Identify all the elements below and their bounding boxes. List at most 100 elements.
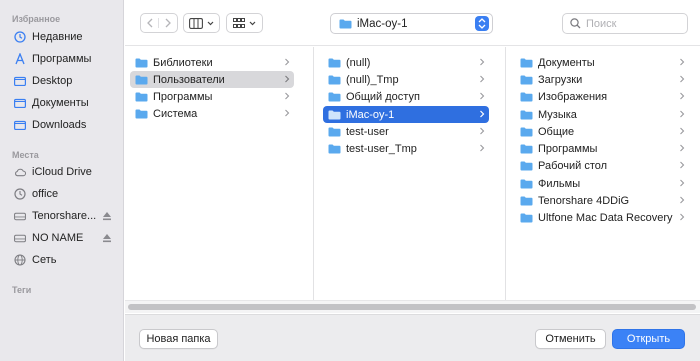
downloads-folder-icon bbox=[14, 119, 26, 131]
sidebar-item-label: Tenorshare... bbox=[32, 210, 97, 222]
column-browser: Библиотеки Пользователи Программы Систем… bbox=[125, 47, 700, 300]
list-item[interactable]: test-user_Tmp bbox=[323, 140, 489, 157]
list-item[interactable]: Библиотеки bbox=[130, 54, 294, 71]
list-item[interactable]: Ultfone Mac Data Recovery bbox=[515, 209, 689, 226]
updown-chevron-icon bbox=[475, 16, 489, 31]
item-label: test-user_Tmp bbox=[346, 142, 417, 155]
sidebar-item-label: iCloud Drive bbox=[32, 166, 92, 178]
list-item[interactable]: Музыка bbox=[515, 106, 689, 123]
list-item[interactable]: Система bbox=[130, 105, 294, 122]
chevron-right-icon bbox=[480, 110, 485, 118]
folder-icon bbox=[520, 196, 533, 205]
list-item[interactable]: Общие bbox=[515, 123, 689, 140]
sidebar-item-no-name[interactable]: NO NAME bbox=[14, 229, 120, 247]
item-label: Рабочий стол bbox=[538, 159, 608, 172]
sidebar-item-desktop[interactable]: Desktop bbox=[14, 72, 120, 90]
list-item[interactable]: Программы bbox=[515, 140, 689, 157]
folder-icon bbox=[328, 75, 341, 84]
list-item[interactable]: Загрузки bbox=[515, 71, 689, 88]
sidebar-item-documents[interactable]: Документы bbox=[14, 94, 120, 112]
list-item[interactable]: Документы bbox=[515, 54, 689, 71]
path-popup[interactable]: iMac-oy-1 bbox=[330, 13, 493, 34]
chevron-right-icon bbox=[480, 144, 485, 152]
clock-icon bbox=[14, 188, 26, 200]
sidebar-item-applications[interactable]: Программы bbox=[14, 50, 120, 68]
open-button[interactable]: Открыть bbox=[612, 329, 685, 349]
sidebar-item-recents[interactable]: Недавние bbox=[14, 28, 120, 46]
folder-icon bbox=[520, 58, 533, 67]
item-label: Фильмы bbox=[538, 177, 581, 190]
chevron-right-icon bbox=[285, 58, 290, 66]
network-icon bbox=[14, 254, 26, 266]
chevron-right-icon bbox=[480, 75, 485, 83]
sidebar-item-tenorshare[interactable]: Tenorshare... bbox=[14, 207, 120, 225]
drive-icon bbox=[14, 210, 26, 222]
sidebar-section-favorites: Избранное bbox=[12, 14, 61, 24]
folder-icon bbox=[520, 144, 533, 153]
list-item[interactable]: iMac-oy-1 bbox=[323, 106, 489, 123]
chevron-right-icon[interactable] bbox=[159, 18, 177, 28]
chevron-right-icon bbox=[680, 127, 685, 135]
list-item[interactable]: Пользователи bbox=[130, 71, 294, 88]
folder-icon bbox=[520, 75, 533, 84]
folder-icon bbox=[520, 92, 533, 101]
item-label: Программы bbox=[538, 142, 598, 155]
eject-icon[interactable] bbox=[102, 232, 112, 244]
sidebar-item-label: Недавние bbox=[32, 31, 83, 43]
group-by-button[interactable] bbox=[226, 13, 263, 33]
new-folder-button[interactable]: Новая папка bbox=[139, 329, 218, 349]
item-label: Библиотеки bbox=[153, 56, 213, 69]
sidebar: Избранное Недавние Программы Desktop Док… bbox=[0, 0, 124, 361]
bottom-bar: Новая папка Отменить Открыть bbox=[125, 314, 700, 361]
list-item[interactable]: Программы bbox=[130, 88, 294, 105]
item-label: Tenorshare 4DDiG bbox=[538, 194, 630, 207]
sidebar-item-label: Программы bbox=[32, 53, 92, 65]
folder-icon bbox=[328, 92, 341, 101]
item-label: Документы bbox=[538, 56, 595, 69]
item-label: Загрузки bbox=[538, 73, 583, 86]
sidebar-item-label: Сеть bbox=[32, 254, 57, 266]
apps-icon bbox=[14, 53, 26, 65]
documents-folder-icon bbox=[14, 97, 26, 109]
sidebar-item-network[interactable]: Сеть bbox=[14, 251, 120, 269]
list-item[interactable]: Фильмы bbox=[515, 175, 689, 192]
path-label: iMac-oy-1 bbox=[357, 17, 408, 30]
sidebar-item-icloud-drive[interactable]: iCloud Drive bbox=[14, 163, 120, 181]
folder-icon bbox=[135, 75, 148, 84]
search-input[interactable] bbox=[586, 17, 681, 30]
cancel-button[interactable]: Отменить bbox=[535, 329, 606, 349]
list-item[interactable]: (null) bbox=[323, 54, 489, 71]
chevron-left-icon[interactable] bbox=[141, 18, 159, 28]
desktop-folder-icon bbox=[14, 75, 26, 87]
drive-icon bbox=[14, 232, 26, 244]
sidebar-item-label: Документы bbox=[32, 97, 89, 109]
view-mode-button[interactable] bbox=[183, 13, 220, 33]
sidebar-item-office[interactable]: office bbox=[14, 185, 120, 203]
folder-icon bbox=[328, 144, 341, 153]
folder-icon bbox=[135, 109, 148, 118]
list-item[interactable]: (null)_Tmp bbox=[323, 71, 489, 88]
sidebar-item-downloads[interactable]: Downloads bbox=[14, 116, 120, 134]
item-label: Музыка bbox=[538, 108, 577, 121]
scrollbar-thumb[interactable] bbox=[128, 304, 696, 310]
sidebar-section-locations: Места bbox=[12, 150, 39, 160]
list-item[interactable]: Рабочий стол bbox=[515, 157, 689, 174]
chevron-right-icon bbox=[480, 127, 485, 135]
horizontal-scrollbar[interactable] bbox=[125, 300, 700, 313]
cloud-icon bbox=[14, 166, 26, 178]
list-item[interactable]: Tenorshare 4DDiG bbox=[515, 192, 689, 209]
chevron-right-icon bbox=[680, 144, 685, 152]
eject-icon[interactable] bbox=[102, 210, 112, 222]
folder-icon bbox=[520, 127, 533, 136]
search-field[interactable] bbox=[562, 13, 688, 34]
column-3: Документы Загрузки Изображения Музыка Об… bbox=[506, 47, 700, 300]
folder-icon bbox=[520, 179, 533, 188]
list-item[interactable]: test-user bbox=[323, 123, 489, 140]
chevron-down-icon bbox=[249, 21, 256, 26]
chevron-right-icon bbox=[680, 196, 685, 204]
sidebar-item-label: NO NAME bbox=[32, 232, 84, 244]
chevron-down-icon bbox=[207, 21, 214, 26]
list-item[interactable]: Общий доступ bbox=[323, 88, 489, 105]
chevron-right-icon bbox=[285, 92, 290, 100]
list-item[interactable]: Изображения bbox=[515, 88, 689, 105]
